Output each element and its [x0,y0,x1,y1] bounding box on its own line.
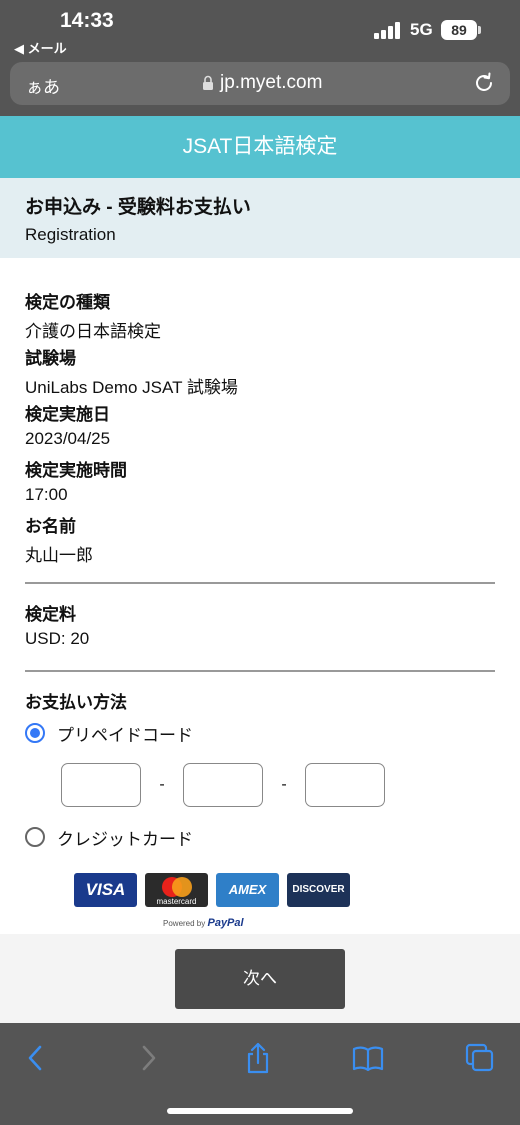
signal-icon [374,22,402,39]
divider [25,670,495,672]
address-bar[interactable]: ぁあ jp.myet.com [10,62,510,105]
mastercard-circle-yellow [172,877,192,897]
detail-value-name: 丸山一郎 [25,546,93,565]
prepaid-code-field-2[interactable] [183,763,263,807]
next-button[interactable]: 次へ [175,949,345,1009]
home-indicator [167,1108,353,1114]
back-to-mail-link[interactable]: ◀ メール [14,38,67,57]
network-label: 5G [410,20,433,39]
site-header: JSAT日本語検定 [0,116,520,178]
divider [25,582,495,584]
mastercard-text: mastercard [156,897,197,906]
lock-icon [203,75,213,90]
discover-logo: DISCOVER [287,873,350,907]
status-time: 14:33 [60,9,114,32]
fee-label: 検定料 [25,605,76,624]
payment-option-label: クレジットカード [57,829,193,849]
battery-cap [478,26,481,34]
detail-value-venue: UniLabs Demo JSAT 試験場 [25,378,238,397]
mastercard-logo: mastercard [145,873,208,907]
code-separator: - [281,776,287,793]
payment-method-label: お支払い方法 [25,693,127,712]
radio-prepaid-selected[interactable] [25,723,45,743]
status-bar: 14:33 ◀ メール 5G 89 [0,0,520,58]
detail-value-time: 17:00 [25,485,68,504]
web-page: JSAT日本語検定 お申込み - 受験料お支払い Registration 検定… [0,116,520,1023]
card-logos: VISA mastercard AMEX DISCOVER [74,873,495,907]
payment-option-credit-card[interactable]: クレジットカード [25,823,495,851]
section-title: お申込み - 受験料お支払い [25,197,251,218]
powered-by-paypal: Powered by PayPal [163,917,495,929]
share-icon[interactable] [241,1041,275,1075]
detail-label-exam-type: 検定の種類 [25,293,110,312]
battery-icon: 89 [441,20,477,40]
fee-value: USD: 20 [25,629,90,648]
url-text: jp.myet.com [220,72,323,93]
section-subtitle: Registration [25,225,116,244]
back-icon[interactable] [19,1041,53,1075]
section-header: お申込み - 受験料お支払い Registration [0,178,520,258]
code-separator: - [159,776,165,793]
payment-option-prepaid[interactable]: プリペイドコード [25,719,495,747]
browser-address-area: ぁあ jp.myet.com [0,58,520,116]
detail-value-date: 2023/04/25 [25,429,111,448]
payment-option-label: プリペイドコード [57,725,193,745]
detail-label-name: お名前 [25,517,76,536]
reload-icon[interactable] [472,71,496,95]
registration-details: 検定の種類 介護の日本語検定 試験場 UniLabs Demo JSAT 試験場… [0,258,520,929]
detail-label-time: 検定実施時間 [25,461,127,480]
radio-credit-card[interactable] [25,827,45,847]
prepaid-code-field-3[interactable] [305,763,385,807]
detail-label-venue: 試験場 [25,349,76,368]
amex-logo: AMEX [216,873,279,907]
browser-toolbar [0,1023,520,1125]
detail-label-date: 検定実施日 [25,405,110,424]
form-footer: 次へ [0,934,520,1023]
powered-by-text: Powered by [163,919,206,928]
visa-logo: VISA [74,873,137,907]
bookmarks-icon[interactable] [351,1041,385,1075]
tabs-icon[interactable] [463,1041,497,1075]
detail-value-exam-type: 介護の日本語検定 [25,322,161,341]
prepaid-code-inputs: - - [61,763,495,807]
prepaid-code-field-1[interactable] [61,763,141,807]
paypal-logo: PayPal [207,917,244,929]
forward-icon[interactable] [131,1041,165,1075]
text-size-button[interactable]: ぁあ [26,73,60,98]
